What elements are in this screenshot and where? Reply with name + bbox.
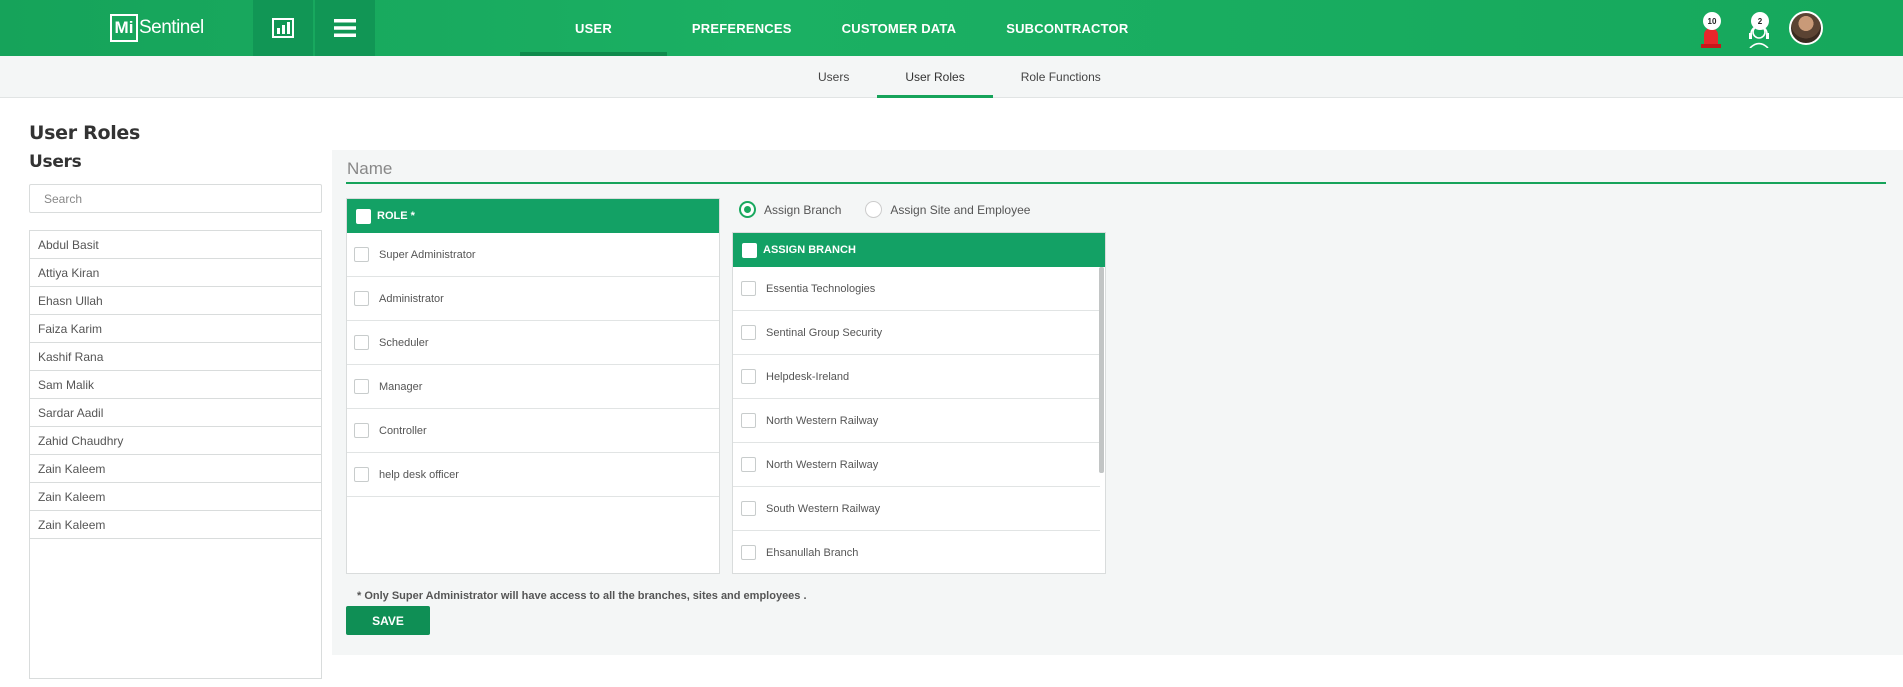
branch-row[interactable]: South Western Railway (733, 487, 1100, 531)
branch-label: Helpdesk-Ireland (766, 370, 850, 383)
tab-users[interactable]: Users (790, 56, 877, 98)
top-navbar: Mi Sentinel USER PREFERENCES CUSTOMER DA… (0, 0, 1903, 56)
role-checkbox[interactable] (354, 423, 369, 438)
role-label: help desk officer (379, 468, 459, 481)
role-row[interactable]: Manager (347, 365, 719, 409)
branch-checkbox[interactable] (741, 369, 756, 384)
assign-site-employee-label[interactable]: Assign Site and Employee (890, 203, 1030, 217)
branch-label: Essentia Technologies (766, 282, 876, 295)
header-right-icons: 10 2 (1693, 8, 1823, 48)
list-item[interactable]: Zahid Chaudhry (30, 427, 321, 455)
user-search-input[interactable] (29, 184, 322, 213)
branch-checkbox[interactable] (741, 281, 756, 296)
dashboard-chart-button[interactable] (253, 0, 313, 56)
select-all-branches-checkbox[interactable] (742, 242, 757, 258)
hamburger-menu-button[interactable] (315, 0, 375, 56)
bar-chart-icon (272, 18, 294, 38)
select-all-roles-checkbox[interactable] (356, 208, 371, 224)
branch-label: Sentinal Group Security (766, 326, 883, 339)
list-item[interactable]: Faiza Karim (30, 315, 321, 343)
alarm-badge: 10 (1703, 12, 1721, 30)
branch-label: North Western Railway (766, 414, 879, 427)
role-table: ROLE * Super Administrator Administrator… (346, 198, 720, 574)
nav-user[interactable]: USER (520, 0, 667, 56)
role-name-input[interactable] (346, 156, 1886, 184)
list-item[interactable]: Ehasn Ullah (30, 287, 321, 315)
branch-checkbox[interactable] (741, 501, 756, 516)
role-label: Super Administrator (379, 248, 476, 261)
branch-list-scrollbar[interactable] (1099, 267, 1104, 473)
alarm-button[interactable]: 10 (1693, 8, 1729, 48)
branch-label: North Western Railway (766, 458, 879, 471)
nav-customer-data[interactable]: CUSTOMER DATA (817, 0, 982, 56)
role-label: Manager (379, 380, 423, 393)
role-row[interactable]: Super Administrator (347, 233, 719, 277)
tab-user-roles[interactable]: User Roles (877, 56, 994, 98)
branch-header-label: ASSIGN BRANCH (763, 244, 856, 256)
list-item[interactable]: Abdul Basit (30, 231, 321, 259)
branch-row[interactable]: North Western Railway (733, 443, 1100, 487)
support-button[interactable]: 2 (1741, 8, 1777, 48)
role-checkbox[interactable] (354, 379, 369, 394)
misentinel-logo[interactable]: Mi Sentinel (110, 14, 204, 42)
role-checkbox[interactable] (354, 335, 369, 350)
save-button[interactable]: SAVE (346, 606, 430, 635)
branch-checkbox[interactable] (741, 457, 756, 472)
user-list: Abdul Basit Attiya Kiran Ehasn Ullah Fai… (29, 230, 322, 679)
assign-branch-label[interactable]: Assign Branch (764, 203, 841, 217)
logo-text: Sentinel (139, 17, 204, 38)
assign-type-radio-group: Assign Branch Assign Site and Employee (739, 201, 1054, 218)
role-row[interactable]: Controller (347, 409, 719, 453)
branch-label: Ehsanullah Branch (766, 546, 859, 559)
list-item[interactable]: Zain Kaleem (30, 511, 321, 539)
role-row[interactable]: help desk officer (347, 453, 719, 497)
branch-table-header: ASSIGN BRANCH (733, 233, 1105, 267)
nav-preferences[interactable]: PREFERENCES (667, 0, 817, 56)
main-nav: USER PREFERENCES CUSTOMER DATA SUBCONTRA… (520, 0, 1153, 56)
branch-row[interactable]: North Western Railway (733, 399, 1100, 443)
list-item[interactable]: Kashif Rana (30, 343, 321, 371)
list-item[interactable]: Sam Malik (30, 371, 321, 399)
role-table-header: ROLE * (347, 199, 719, 233)
role-row[interactable]: Scheduler (347, 321, 719, 365)
branch-table: ASSIGN BRANCH Essentia Technologies Sent… (732, 232, 1106, 574)
list-item[interactable]: Zain Kaleem (30, 455, 321, 483)
page-title: User Roles (29, 122, 141, 144)
role-checkbox[interactable] (354, 247, 369, 262)
branch-row[interactable]: Sentinal Group Security (733, 311, 1100, 355)
super-admin-note: * Only Super Administrator will have acc… (357, 590, 807, 602)
branch-row[interactable]: Essentia Technologies (733, 267, 1100, 311)
nav-subcontractor[interactable]: SUBCONTRACTOR (981, 0, 1153, 56)
assign-site-employee-radio[interactable] (865, 201, 883, 218)
list-item[interactable]: Zain Kaleem (30, 483, 321, 511)
logo-mark: Mi (110, 14, 138, 42)
role-form-panel: ROLE * Super Administrator Administrator… (332, 150, 1903, 655)
role-label: Scheduler (379, 336, 429, 349)
tab-role-functions[interactable]: Role Functions (993, 56, 1129, 98)
user-avatar[interactable] (1789, 11, 1823, 45)
branch-checkbox[interactable] (741, 325, 756, 340)
support-badge: 2 (1751, 12, 1769, 30)
role-label: Controller (379, 424, 427, 437)
role-header-label: ROLE * (377, 210, 415, 222)
role-label: Administrator (379, 292, 444, 305)
branch-row[interactable]: Ehsanullah Branch (733, 531, 1100, 573)
list-item[interactable]: Sardar Aadil (30, 399, 321, 427)
assign-branch-radio[interactable] (739, 201, 756, 218)
branch-checkbox[interactable] (741, 413, 756, 428)
list-item[interactable]: Attiya Kiran (30, 259, 321, 287)
role-row[interactable]: Administrator (347, 277, 719, 321)
branch-row[interactable]: Helpdesk-Ireland (733, 355, 1100, 399)
branch-label: South Western Railway (766, 502, 881, 515)
users-heading: Users (29, 152, 82, 172)
hamburger-icon (334, 19, 356, 37)
role-checkbox[interactable] (354, 291, 369, 306)
sub-navbar: Users User Roles Role Functions (0, 56, 1903, 98)
branch-checkbox[interactable] (741, 545, 756, 560)
role-checkbox[interactable] (354, 467, 369, 482)
